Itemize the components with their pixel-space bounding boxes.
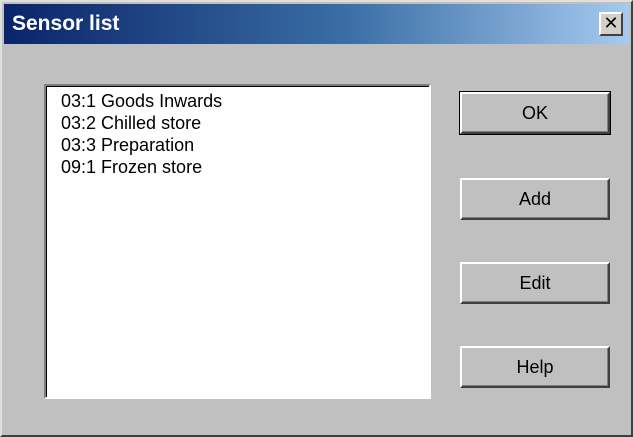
add-button[interactable]: Add <box>460 178 610 220</box>
list-item[interactable]: 03:1 Goods Inwards <box>61 90 429 112</box>
sensor-list-dialog: Sensor list ✕ 03:1 Goods Inwards 03:2 Ch… <box>0 0 633 437</box>
sensor-listbox[interactable]: 03:1 Goods Inwards 03:2 Chilled store 03… <box>44 84 431 399</box>
list-item[interactable]: 03:2 Chilled store <box>61 112 429 134</box>
window-title: Sensor list <box>12 12 120 35</box>
edit-button[interactable]: Edit <box>460 262 610 304</box>
ok-button[interactable]: OK <box>459 91 611 135</box>
help-button[interactable]: Help <box>460 346 610 388</box>
list-item[interactable]: 09:1 Frozen store <box>61 156 429 178</box>
close-icon[interactable]: ✕ <box>599 12 623 36</box>
list-item[interactable]: 03:3 Preparation <box>61 134 429 156</box>
title-bar[interactable]: Sensor list ✕ <box>4 4 629 44</box>
